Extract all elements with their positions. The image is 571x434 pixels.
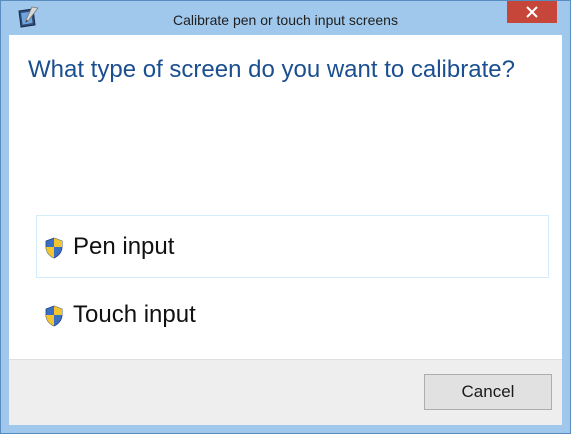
uac-shield-icon xyxy=(44,237,64,259)
dialog-content: What type of screen do you want to calib… xyxy=(9,35,562,425)
close-button[interactable] xyxy=(507,1,557,23)
pen-input-option[interactable]: Pen input xyxy=(36,215,549,278)
uac-shield-icon xyxy=(44,305,64,327)
window-title: Calibrate pen or touch input screens xyxy=(173,12,398,28)
dialog-footer: Cancel xyxy=(9,359,562,425)
pen-input-label: Pen input xyxy=(73,233,175,260)
dialog-question: What type of screen do you want to calib… xyxy=(28,56,515,83)
touch-input-label: Touch input xyxy=(73,301,196,328)
touch-input-option[interactable]: Touch input xyxy=(36,283,549,346)
title-bar[interactable]: Calibrate pen or touch input screens xyxy=(1,1,570,34)
cancel-button[interactable]: Cancel xyxy=(424,374,552,410)
calibrate-dialog-window: Calibrate pen or touch input screens Wha… xyxy=(0,0,571,434)
close-icon xyxy=(526,6,538,18)
